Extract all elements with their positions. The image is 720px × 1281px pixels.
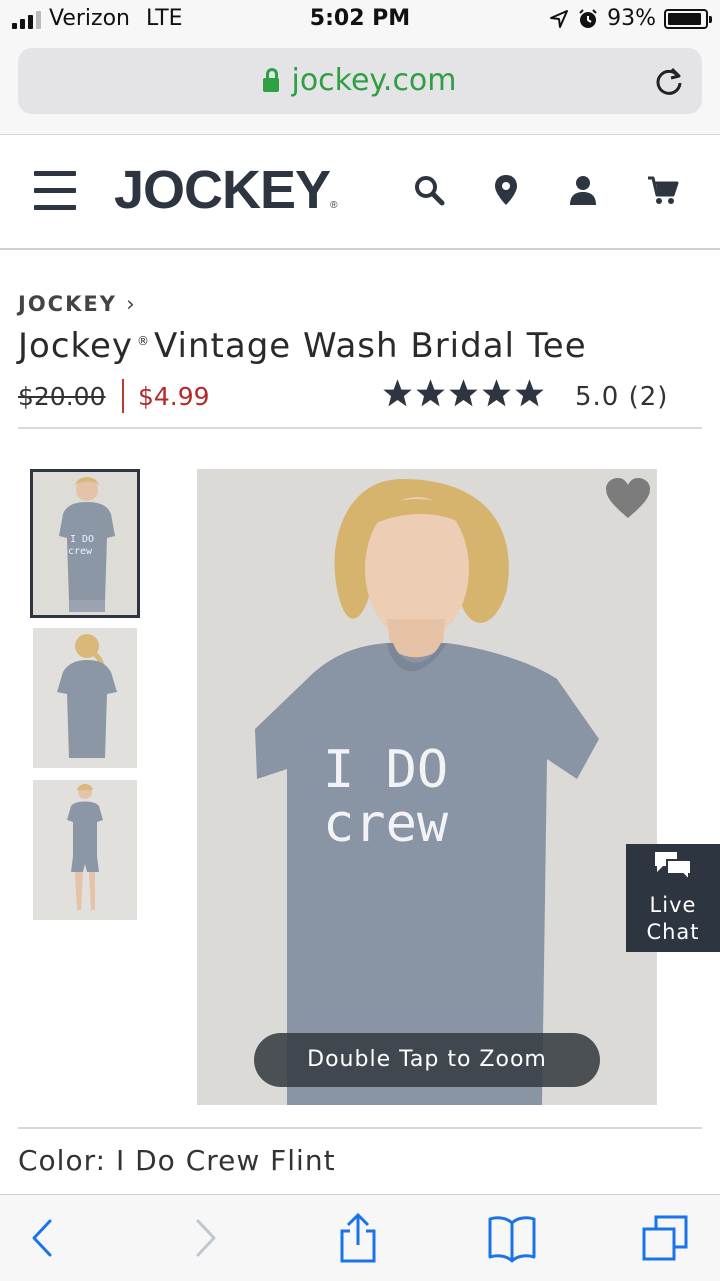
title-trademark: ® — [137, 334, 151, 348]
back-icon[interactable] — [20, 1213, 72, 1263]
star-icon — [383, 379, 412, 407]
chevron-right-icon: › — [126, 292, 137, 316]
title-brand: Jockey — [18, 326, 134, 366]
thumbnail-front[interactable]: I DO crew — [30, 469, 140, 618]
logo-trademark: ® — [330, 200, 337, 211]
rating-value: 5.0 — [575, 382, 620, 412]
lock-icon — [263, 68, 280, 92]
shirt-text-line2: crew — [323, 794, 449, 854]
site-header: JOCKEY® — [0, 135, 720, 250]
star-rating[interactable] — [382, 378, 545, 409]
product-title: Jockey ® Vintage Wash Bridal Tee — [18, 326, 587, 366]
main-product-image[interactable]: I DO crew — [197, 469, 657, 1105]
model-back-image — [33, 628, 137, 768]
alarm-icon — [579, 8, 597, 28]
address-bar[interactable]: jockey.com — [18, 48, 702, 114]
share-icon[interactable] — [332, 1213, 384, 1263]
model-full-image — [33, 780, 137, 920]
price-divider — [122, 379, 124, 413]
zoom-hint: Double Tap to Zoom — [254, 1033, 600, 1087]
thumbnail-back[interactable] — [33, 628, 137, 768]
wishlist-heart-icon[interactable] — [604, 476, 652, 520]
tabs-icon[interactable] — [640, 1213, 692, 1263]
cart-icon[interactable] — [646, 173, 680, 207]
status-right: 93% — [549, 6, 712, 31]
menu-icon[interactable] — [34, 171, 76, 211]
divider — [18, 427, 702, 429]
shirt-text-line1: I DO — [323, 740, 448, 800]
forward-icon[interactable] — [178, 1213, 230, 1263]
star-icon — [515, 379, 544, 407]
breadcrumb-label: JOCKEY — [18, 292, 117, 316]
live-chat-button[interactable]: Live Chat — [626, 844, 720, 952]
browser-toolbar — [0, 1194, 720, 1281]
color-selection-label: Color: I Do Crew Flint — [18, 1144, 336, 1177]
divider — [18, 1127, 702, 1129]
battery-percent: 93% — [607, 6, 656, 31]
review-count: (2) — [628, 382, 669, 412]
svg-text:crew: crew — [68, 546, 93, 557]
star-icon — [449, 379, 478, 407]
star-icon — [482, 379, 511, 407]
store-locator-icon[interactable] — [489, 173, 523, 207]
chat-label-1: Live — [649, 893, 697, 917]
chat-label-2: Chat — [646, 920, 700, 944]
reload-icon[interactable] — [652, 64, 686, 98]
thumbnail-full-body[interactable] — [33, 780, 137, 920]
bookmarks-icon[interactable] — [486, 1213, 538, 1263]
breadcrumb[interactable]: JOCKEY › — [18, 292, 137, 316]
account-icon[interactable] — [566, 173, 600, 207]
title-name: Vintage Wash Bridal Tee — [154, 326, 587, 366]
url-text: jockey.com — [291, 63, 457, 98]
model-photo: I DO crew — [197, 469, 657, 1105]
model-front-image: I DO crew — [33, 472, 137, 615]
battery-icon — [664, 8, 712, 29]
chat-bubbles-icon — [655, 852, 692, 883]
logo-text: JOCKEY — [114, 160, 331, 220]
thumb-shirt-text: I DO — [70, 534, 94, 545]
url-field[interactable]: jockey.com — [18, 48, 702, 114]
sale-price: $4.99 — [138, 382, 210, 411]
location-arrow-icon — [550, 9, 569, 28]
search-icon[interactable] — [412, 173, 446, 207]
browser-bar: jockey.com — [0, 40, 720, 135]
site-logo[interactable]: JOCKEY® — [114, 159, 338, 221]
star-icon — [416, 379, 445, 407]
original-price: $20.00 — [18, 382, 106, 411]
status-bar: Verizon LTE 5:02 PM 93% — [0, 0, 720, 40]
rating-summary[interactable]: 5.0 (2) — [575, 382, 668, 412]
